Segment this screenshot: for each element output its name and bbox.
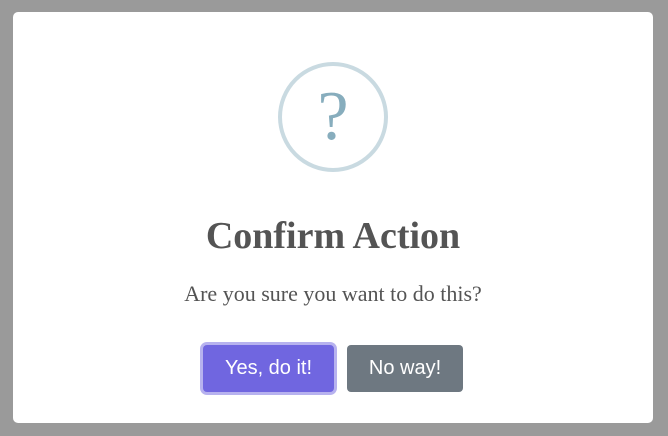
cancel-button[interactable]: No way!: [347, 345, 463, 392]
question-icon: ?: [278, 62, 388, 172]
question-mark-glyph: ?: [317, 78, 349, 155]
confirm-dialog: ? Confirm Action Are you sure you want t…: [13, 12, 653, 423]
dialog-title: Confirm Action: [205, 215, 461, 257]
dialog-message: Are you sure you want to do this?: [184, 281, 482, 306]
confirm-button[interactable]: Yes, do it!: [203, 345, 334, 392]
